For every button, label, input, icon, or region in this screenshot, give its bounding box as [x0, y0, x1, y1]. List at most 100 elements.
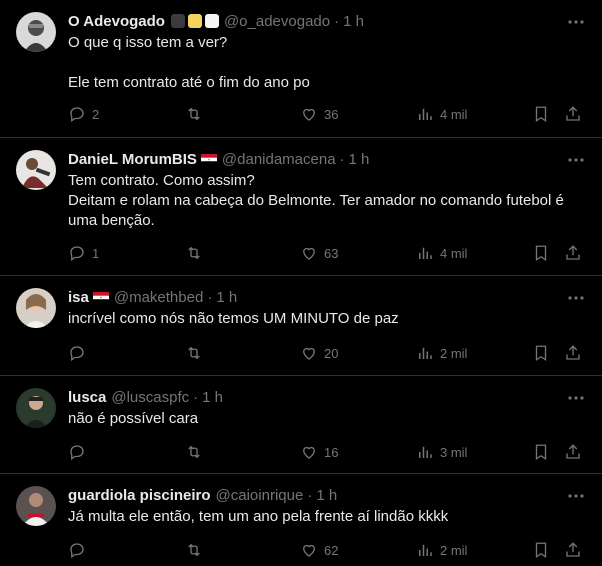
- tweet-text: Já multa ele então, tem um ano pela fren…: [68, 508, 449, 525]
- bookmark-icon: [535, 444, 547, 461]
- retweet-button[interactable]: [185, 244, 209, 262]
- like-button[interactable]: 16: [300, 443, 338, 461]
- tweet-header: DanieL MorumBIS @danidamacena · 1 h: [68, 149, 552, 169]
- more-options-icon[interactable]: [566, 288, 586, 308]
- analytics-icon: [419, 446, 432, 458]
- share-icon: [566, 542, 580, 557]
- heart-icon: [303, 347, 315, 360]
- views-button[interactable]: 4 mil: [416, 244, 467, 262]
- avatar[interactable]: [16, 486, 56, 526]
- retweet-button[interactable]: [185, 105, 209, 123]
- timestamp[interactable]: 1 h: [343, 13, 364, 30]
- analytics-icon: [419, 247, 432, 259]
- tweet[interactable]: DanieL MorumBIS @danidamacena · 1 h Tem …: [0, 138, 602, 276]
- tweet-text: O que q isso tem a ver? Ele tem contrato…: [68, 34, 310, 91]
- share-icon: [566, 245, 580, 260]
- share-button[interactable]: [564, 244, 582, 262]
- views-button[interactable]: 4 mil: [416, 105, 467, 123]
- badge-group: [170, 14, 219, 28]
- square-badge-icon: [170, 14, 185, 28]
- display-name[interactable]: DanieL MorumBIS: [68, 151, 197, 168]
- like-count: 62: [324, 542, 339, 558]
- timestamp[interactable]: 1 h: [349, 151, 370, 168]
- like-button[interactable]: 62: [300, 541, 338, 559]
- user-handle[interactable]: @luscaspfc: [111, 389, 189, 406]
- separator-dot: ·: [307, 486, 313, 504]
- bookmark-button[interactable]: [532, 443, 550, 461]
- retweet-button[interactable]: [185, 541, 209, 559]
- action-bar: 16 3 mil: [68, 443, 586, 463]
- share-button[interactable]: [564, 105, 582, 123]
- retweet-icon: [188, 246, 200, 260]
- square-badge-icon: [187, 14, 202, 28]
- reply-button[interactable]: [68, 344, 92, 362]
- more-options-icon[interactable]: [566, 150, 586, 170]
- reply-icon: [70, 445, 84, 461]
- like-count: 20: [324, 345, 339, 361]
- view-count: 2 mil: [440, 345, 468, 361]
- reply-button[interactable]: 2: [68, 105, 99, 123]
- bookmark-button[interactable]: [532, 244, 550, 262]
- timestamp[interactable]: 1 h: [202, 389, 223, 406]
- bookmark-button[interactable]: [532, 344, 550, 362]
- heart-icon: [303, 247, 315, 260]
- user-handle[interactable]: @caioinrique: [216, 487, 304, 504]
- display-name[interactable]: O Adevogado: [68, 13, 165, 30]
- separator-dot: ·: [339, 150, 345, 168]
- like-button[interactable]: 36: [300, 105, 338, 123]
- tweet-header: O Adevogado @o_adevogado · 1 h: [68, 11, 552, 31]
- bookmark-button[interactable]: [532, 105, 550, 123]
- separator-dot: ·: [193, 388, 199, 406]
- tweet[interactable]: guardiola piscineiro @caioinrique · 1 h …: [0, 474, 602, 566]
- heart-icon: [303, 108, 315, 121]
- avatar[interactable]: [16, 288, 56, 328]
- avatar[interactable]: [16, 12, 56, 52]
- display-name[interactable]: lusca: [68, 389, 106, 406]
- bookmark-icon: [535, 106, 547, 123]
- share-button[interactable]: [564, 541, 582, 559]
- user-handle[interactable]: @o_adevogado: [224, 13, 330, 30]
- reply-icon: [70, 246, 84, 262]
- user-handle[interactable]: @danidamacena: [222, 151, 336, 168]
- reply-icon: [70, 107, 84, 123]
- action-bar: 20 2 mil: [68, 344, 586, 364]
- like-button[interactable]: 20: [300, 344, 338, 362]
- more-options-icon[interactable]: [566, 388, 586, 408]
- retweet-button[interactable]: [185, 443, 209, 461]
- timestamp[interactable]: 1 h: [316, 487, 337, 504]
- tweet[interactable]: O Adevogado @o_adevogado · 1 h O que q i…: [0, 0, 602, 138]
- timestamp[interactable]: 1 h: [216, 289, 237, 306]
- avatar[interactable]: [16, 388, 56, 428]
- share-icon: [566, 106, 580, 121]
- views-button[interactable]: 3 mil: [416, 443, 467, 461]
- share-button[interactable]: [564, 344, 582, 362]
- views-button[interactable]: 2 mil: [416, 344, 467, 362]
- retweet-button[interactable]: [185, 344, 209, 362]
- bookmark-icon: [535, 345, 547, 362]
- views-button[interactable]: 2 mil: [416, 541, 467, 559]
- retweet-icon: [188, 107, 200, 121]
- action-bar: 1 63 4 mil: [68, 244, 586, 264]
- more-options-icon[interactable]: [566, 12, 586, 32]
- more-options-icon[interactable]: [566, 486, 586, 506]
- reply-button[interactable]: [68, 541, 92, 559]
- reply-button[interactable]: 1: [68, 244, 99, 262]
- tweet-header: lusca @luscaspfc · 1 h: [68, 387, 552, 407]
- view-count: 2 mil: [440, 542, 468, 558]
- reply-button[interactable]: [68, 443, 92, 461]
- view-count: 3 mil: [440, 444, 468, 460]
- retweet-icon: [188, 543, 200, 557]
- bookmark-button[interactable]: [532, 541, 550, 559]
- tweet-text: Tem contrato. Como assim? Deitam e rolam…: [68, 172, 564, 229]
- action-bar: 2 36 4 mil: [68, 105, 586, 125]
- tweet[interactable]: lusca @luscaspfc · 1 h não é possível ca…: [0, 376, 602, 474]
- display-name[interactable]: isa: [68, 289, 89, 306]
- display-name[interactable]: guardiola piscineiro: [68, 487, 211, 504]
- avatar[interactable]: [16, 150, 56, 190]
- bookmark-icon: [535, 542, 547, 559]
- share-button[interactable]: [564, 443, 582, 461]
- reply-count: 2: [92, 106, 100, 122]
- tweet[interactable]: isa @makethbed · 1 h incrível como nós n…: [0, 276, 602, 376]
- like-button[interactable]: 63: [300, 244, 338, 262]
- user-handle[interactable]: @makethbed: [114, 289, 203, 306]
